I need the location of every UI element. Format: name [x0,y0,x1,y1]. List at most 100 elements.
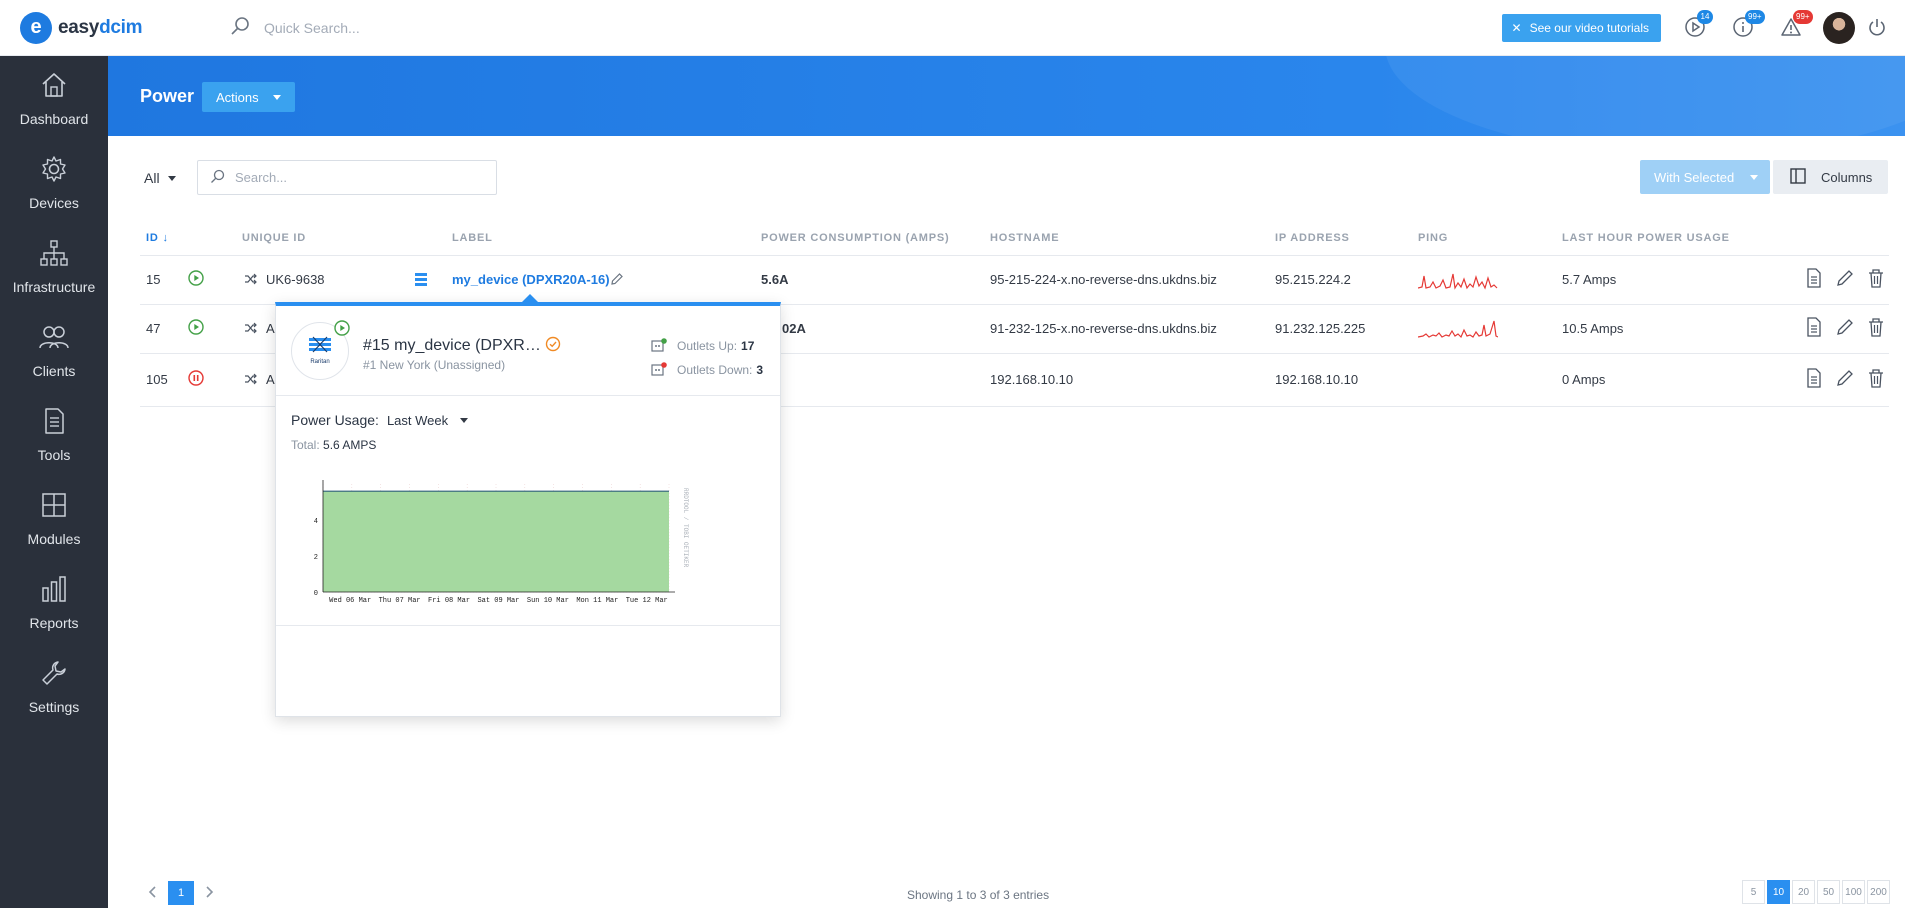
sidebar-item-tools[interactable]: Tools [0,392,108,476]
x-tick-label: Mon 11 Mar [576,597,618,605]
sidebar-item-reports[interactable]: Reports [0,560,108,644]
status-up-icon [188,319,204,338]
popover-title: #15 my_device (DPXR… [363,336,561,355]
search-icon [230,16,250,39]
sidebar-item-modules[interactable]: Modules [0,476,108,560]
scope-filter-dropdown[interactable]: All [144,170,176,186]
sidebar-item-label: Settings [28,698,80,715]
row-id: 105 [146,372,168,387]
column-header-last-hour[interactable]: LAST HOUR POWER USAGE [1562,232,1730,244]
page-size-option[interactable]: 200 [1867,880,1890,904]
page-size-option[interactable]: 5 [1742,880,1765,904]
sidebar-item-label: Reports [29,614,79,631]
period-dropdown[interactable]: Last Week [387,413,469,428]
sidebar-item-label: Infrastructure [12,278,96,295]
sidebar-item-clients[interactable]: Clients [0,308,108,392]
document-icon [39,406,69,439]
device-label-link[interactable]: my_device (DPXR20A-16) [452,272,610,287]
logout-button[interactable] [1867,17,1887,40]
status-up-icon [188,270,204,289]
page-size-option[interactable]: 100 [1842,880,1865,904]
chevron-down-icon [272,94,281,100]
row-id: 47 [146,321,161,336]
with-selected-label: With Selected [1654,169,1735,185]
status-paused-icon [188,370,204,389]
quick-search[interactable]: Quick Search... [230,16,360,39]
outlets-up-count: 17 [741,339,755,353]
column-header-unique-id[interactable]: UNIQUE ID [242,232,306,244]
grid-icon [39,490,69,523]
edit-icon[interactable] [610,272,624,289]
column-header-power[interactable]: POWER CONSUMPTION (AMPS) [761,232,949,244]
popover-location: #1 New York (Unassigned) [363,358,506,372]
row-last-hour: 0 Amps [1562,372,1606,387]
outlet-up-icon [651,337,667,355]
page-header: Power Actions [108,56,1905,136]
row-hostname: 192.168.10.10 [990,372,1074,387]
columns-button[interactable]: Columns [1773,160,1888,194]
x-tick-label: Wed 06 Mar [329,597,371,605]
power-usage-label: Power Usage: [291,412,379,428]
edit-icon[interactable] [1835,317,1855,340]
x-tick-label: Fri 08 Mar [428,597,470,605]
details-icon[interactable] [1805,268,1823,291]
shuffle-icon [244,273,257,288]
column-header-id[interactable]: ID ↓ [146,232,169,244]
row-unique-id: A [266,372,275,387]
alerts-badge: 99+ [1793,10,1813,24]
quick-search-placeholder: Quick Search... [264,19,360,36]
row-last-hour: 5.7 Amps [1562,272,1617,287]
alerts-button[interactable]: 99+ [1771,8,1813,48]
column-header-ip[interactable]: IP ADDRESS [1275,232,1350,244]
table-search-input[interactable]: Search... [197,160,497,195]
avatar[interactable] [1823,12,1855,44]
x-tick-label: Sat 09 Mar [477,597,519,605]
close-icon[interactable]: ✕ [1512,21,1522,35]
table-search-placeholder: Search... [235,170,288,185]
table-row[interactable]: 15 UK6-9638 my_device (DPXR20A-16) 5.6A … [140,256,1889,305]
sidebar-item-infrastructure[interactable]: Infrastructure [0,224,108,308]
page-size-option[interactable]: 10 [1767,880,1790,904]
app-logo[interactable]: e easydcim [20,11,200,44]
next-page-icon[interactable] [204,885,214,901]
sitemap-icon [39,238,69,271]
shuffle-icon [244,373,257,388]
sidebar: Dashboard Devices Infrastructure Clients… [0,56,108,908]
wrench-icon [39,658,69,691]
row-id: 15 [146,272,161,287]
sidebar-item-dashboard[interactable]: Dashboard [0,56,108,140]
edit-icon[interactable] [1835,368,1855,391]
play-notifications-button[interactable]: 14 [1675,8,1715,48]
details-icon[interactable] [1805,317,1823,340]
device-popover: Raritan #15 my_device (DPXR… #1 New York… [275,294,781,717]
chevron-down-icon [460,417,469,423]
delete-icon[interactable] [1867,268,1885,291]
power-usage-chart: 0 2 4 Wed 06 Mar Thu 07 Mar Fri 08 Mar Sat 09 … [291,474,771,614]
row-unique-id: UK6-9638 [266,272,325,287]
with-selected-button[interactable]: With Selected [1640,160,1770,194]
details-icon[interactable] [1805,368,1823,391]
column-header-ping[interactable]: PING [1418,232,1448,244]
column-header-label[interactable]: LABEL [452,232,493,244]
actions-label: Actions [216,89,259,105]
sidebar-item-settings[interactable]: Settings [0,644,108,728]
sidebar-item-devices[interactable]: Devices [0,140,108,224]
sort-down-icon: ↓ [162,232,169,244]
home-icon [39,70,69,103]
video-tutorials-button[interactable]: ✕ See our video tutorials [1501,14,1661,42]
delete-icon[interactable] [1867,368,1885,391]
prev-page-icon[interactable] [148,885,158,901]
actions-dropdown-button[interactable]: Actions [202,82,295,112]
x-tick-label: Tue 12 Mar [626,597,668,605]
info-notifications-button[interactable]: 99+ [1723,8,1765,48]
chevron-down-icon [1750,174,1758,180]
outlet-down-icon [651,361,667,379]
page-size-option[interactable]: 50 [1817,880,1840,904]
page-size-option[interactable]: 20 [1792,880,1815,904]
current-page-button[interactable]: 1 [168,881,194,905]
column-header-hostname[interactable]: HOSTNAME [990,232,1059,244]
info-badge: 99+ [1745,10,1765,24]
delete-icon[interactable] [1867,317,1885,340]
edit-icon[interactable] [1835,268,1855,291]
ping-sparkline [1417,268,1498,295]
